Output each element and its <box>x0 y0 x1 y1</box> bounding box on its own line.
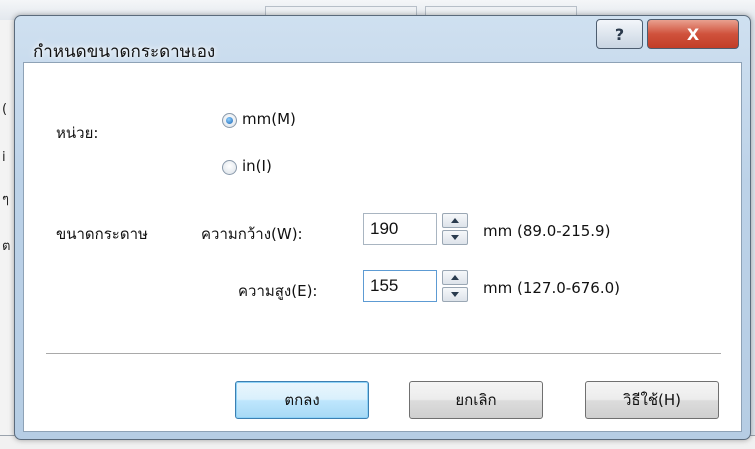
arrow-up-icon <box>451 275 459 280</box>
width-input[interactable]: 190 <box>363 213 437 245</box>
arrow-down-icon <box>451 292 459 297</box>
width-label: ความกว้าง(W): <box>201 225 303 243</box>
unit-label: หน่วย: <box>56 124 99 142</box>
cancel-button[interactable]: ยกเลิก <box>409 381 543 419</box>
mm-radio[interactable] <box>222 113 237 128</box>
custom-paper-size-dialog: กำหนดขนาดกระดาษเอง ? X หน่วย: mm(M) in(I… <box>14 15 751 440</box>
separator <box>46 353 721 355</box>
mm-label[interactable]: mm(M) <box>242 110 296 128</box>
help-button[interactable]: วิธีใช้(H) <box>585 381 719 419</box>
ok-button[interactable]: ตกลง <box>235 381 369 419</box>
height-range: mm (127.0-676.0) <box>483 279 620 297</box>
height-down-button[interactable] <box>442 287 468 302</box>
width-range: mm (89.0-215.9) <box>483 222 611 240</box>
background-window-edge: ( i ๆ ต <box>0 20 15 448</box>
dialog-title: กำหนดขนาดกระดาษเอง <box>33 42 216 62</box>
in-label[interactable]: in(I) <box>242 157 272 175</box>
height-spinner[interactable] <box>442 270 468 302</box>
dialog-content: หน่วย: mm(M) in(I) ขนาดกระดาษ ความกว้าง(… <box>23 62 742 432</box>
help-caption-button[interactable]: ? <box>596 19 643 49</box>
close-icon: X <box>686 24 700 44</box>
question-icon: ? <box>614 24 625 44</box>
width-down-button[interactable] <box>442 230 468 245</box>
height-input[interactable]: 155 <box>363 270 437 302</box>
arrow-up-icon <box>451 218 459 223</box>
height-label: ความสูง(E): <box>238 282 318 300</box>
width-spinner[interactable] <box>442 213 468 245</box>
arrow-down-icon <box>451 235 459 240</box>
in-radio[interactable] <box>222 160 237 175</box>
close-button[interactable]: X <box>647 19 739 49</box>
paper-size-label: ขนาดกระดาษ <box>56 225 148 243</box>
title-bar[interactable]: กำหนดขนาดกระดาษเอง ? X <box>15 16 750 62</box>
width-up-button[interactable] <box>442 213 468 228</box>
height-up-button[interactable] <box>442 270 468 285</box>
